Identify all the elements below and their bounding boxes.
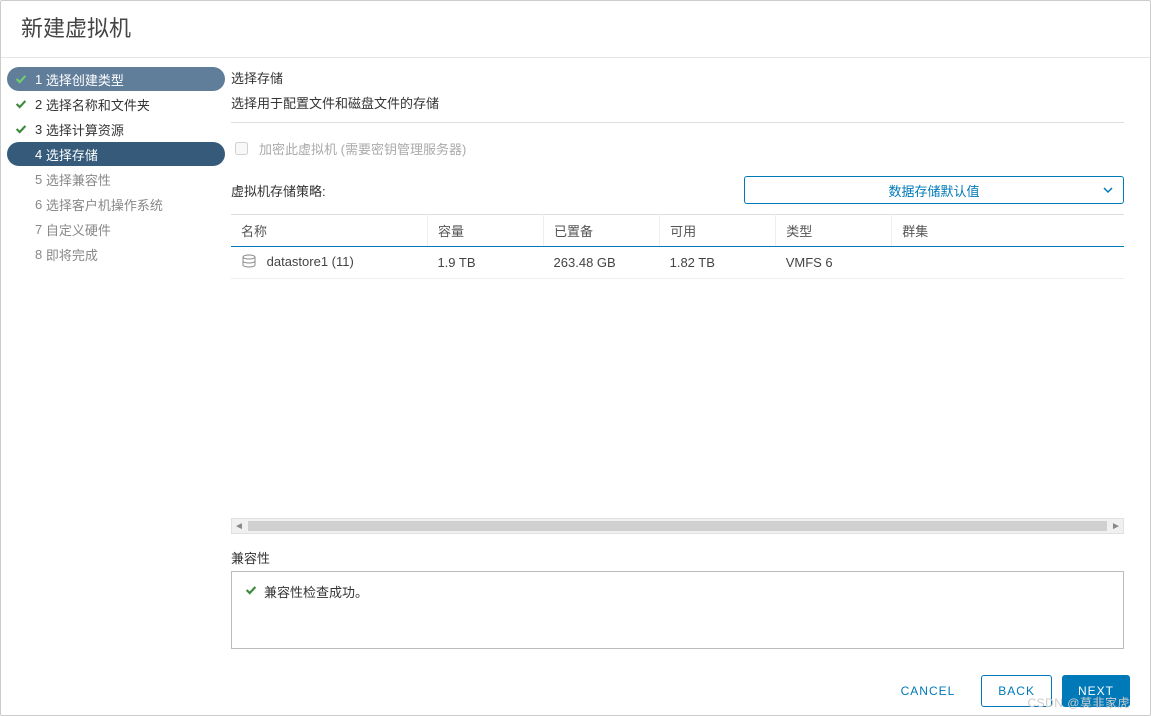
scroll-right-icon[interactable]: ► bbox=[1109, 519, 1123, 533]
cancel-button[interactable]: CANCEL bbox=[885, 675, 972, 707]
check-icon bbox=[13, 71, 29, 87]
storage-policy-value: 数据存储默认值 bbox=[888, 181, 979, 200]
step-label: 选择计算资源 bbox=[46, 120, 124, 139]
wizard-content: 选择存储 选择用于配置文件和磁盘文件的存储 加密此虚拟机 (需要密钥管理服务器)… bbox=[231, 58, 1150, 659]
compat-success-text: 兼容性检查成功。 bbox=[264, 582, 368, 601]
col-free[interactable]: 可用 bbox=[660, 215, 776, 247]
step-label: 选择客户机操作系统 bbox=[46, 195, 163, 214]
check-icon bbox=[244, 583, 258, 600]
compat-label: 兼容性 bbox=[231, 548, 1124, 567]
cell-provisioned: 263.48 GB bbox=[544, 247, 660, 279]
cell-free: 1.82 TB bbox=[660, 247, 776, 279]
col-name[interactable]: 名称 bbox=[231, 215, 427, 247]
content-step-title: 选择存储 bbox=[231, 68, 1124, 87]
datastore-icon bbox=[241, 254, 257, 271]
step-label: 即将完成 bbox=[46, 245, 98, 264]
step-num: 1 bbox=[35, 72, 42, 87]
cell-cluster bbox=[892, 247, 1124, 279]
content-step-subtitle: 选择用于配置文件和磁盘文件的存储 bbox=[231, 93, 1124, 123]
step-6-guest-os: 6 选择客户机操作系统 bbox=[7, 192, 225, 216]
chevron-down-icon bbox=[1103, 183, 1113, 198]
back-button[interactable]: BACK bbox=[981, 675, 1052, 707]
check-icon bbox=[13, 121, 29, 137]
cell-capacity: 1.9 TB bbox=[427, 247, 543, 279]
wizard-footer: CANCEL BACK NEXT bbox=[1, 659, 1150, 715]
step-num: 2 bbox=[35, 97, 42, 112]
step-7-customize-hardware: 7 自定义硬件 bbox=[7, 217, 225, 241]
col-type[interactable]: 类型 bbox=[776, 215, 892, 247]
step-num: 3 bbox=[35, 122, 42, 137]
step-num: 4 bbox=[35, 147, 42, 162]
col-provisioned[interactable]: 已置备 bbox=[544, 215, 660, 247]
step-label: 选择存储 bbox=[46, 145, 98, 164]
check-icon bbox=[13, 96, 29, 112]
wizard-steps-sidebar: 1 选择创建类型 2 选择名称和文件夹 3 选择计算资源 4 bbox=[1, 58, 231, 659]
encrypt-vm-checkbox[interactable] bbox=[235, 142, 248, 155]
scroll-track[interactable] bbox=[248, 521, 1107, 531]
datastore-table: 名称 容量 已置备 可用 类型 群集 bbox=[231, 214, 1124, 534]
compat-box: 兼容性检查成功。 bbox=[231, 571, 1124, 649]
step-num: 6 bbox=[35, 197, 42, 212]
step-label: 选择名称和文件夹 bbox=[46, 95, 150, 114]
step-1-create-type[interactable]: 1 选择创建类型 bbox=[7, 67, 225, 91]
step-2-name-folder[interactable]: 2 选择名称和文件夹 bbox=[7, 92, 225, 116]
step-label: 选择创建类型 bbox=[46, 70, 124, 89]
step-5-compatibility: 5 选择兼容性 bbox=[7, 167, 225, 191]
col-cluster[interactable]: 群集 bbox=[892, 215, 1124, 247]
compat-success-row: 兼容性检查成功。 bbox=[244, 582, 1111, 601]
step-8-ready-complete: 8 即将完成 bbox=[7, 242, 225, 266]
table-row[interactable]: datastore1 (11) 1.9 TB 263.48 GB 1.82 TB… bbox=[231, 247, 1124, 279]
next-button[interactable]: NEXT bbox=[1062, 675, 1130, 707]
scroll-left-icon[interactable]: ◄ bbox=[232, 519, 246, 533]
storage-policy-dropdown[interactable]: 数据存储默认值 bbox=[744, 176, 1124, 204]
step-3-compute-resource[interactable]: 3 选择计算资源 bbox=[7, 117, 225, 141]
table-empty-area bbox=[231, 279, 1124, 518]
step-label: 自定义硬件 bbox=[46, 220, 111, 239]
new-vm-wizard-dialog: 新建虚拟机 1 选择创建类型 2 选择名称和文件夹 bbox=[0, 0, 1151, 716]
dialog-title: 新建虚拟机 bbox=[1, 1, 1150, 58]
step-label: 选择兼容性 bbox=[46, 170, 111, 189]
step-num: 5 bbox=[35, 172, 42, 187]
step-4-storage[interactable]: 4 选择存储 bbox=[7, 142, 225, 166]
encrypt-vm-label: 加密此虚拟机 (需要密钥管理服务器) bbox=[259, 139, 466, 158]
step-num: 7 bbox=[35, 222, 42, 237]
encrypt-vm-row: 加密此虚拟机 (需要密钥管理服务器) bbox=[231, 139, 1124, 158]
cell-name: datastore1 (11) bbox=[231, 247, 427, 279]
storage-policy-label: 虚拟机存储策略: bbox=[231, 181, 326, 200]
storage-policy-row: 虚拟机存储策略: 数据存储默认值 bbox=[231, 176, 1124, 204]
col-capacity[interactable]: 容量 bbox=[427, 215, 543, 247]
cell-type: VMFS 6 bbox=[776, 247, 892, 279]
cell-name-text: datastore1 (11) bbox=[267, 254, 354, 269]
horizontal-scrollbar[interactable]: ◄ ► bbox=[231, 518, 1124, 534]
step-num: 8 bbox=[35, 247, 42, 262]
wizard-body: 1 选择创建类型 2 选择名称和文件夹 3 选择计算资源 4 bbox=[1, 58, 1150, 659]
